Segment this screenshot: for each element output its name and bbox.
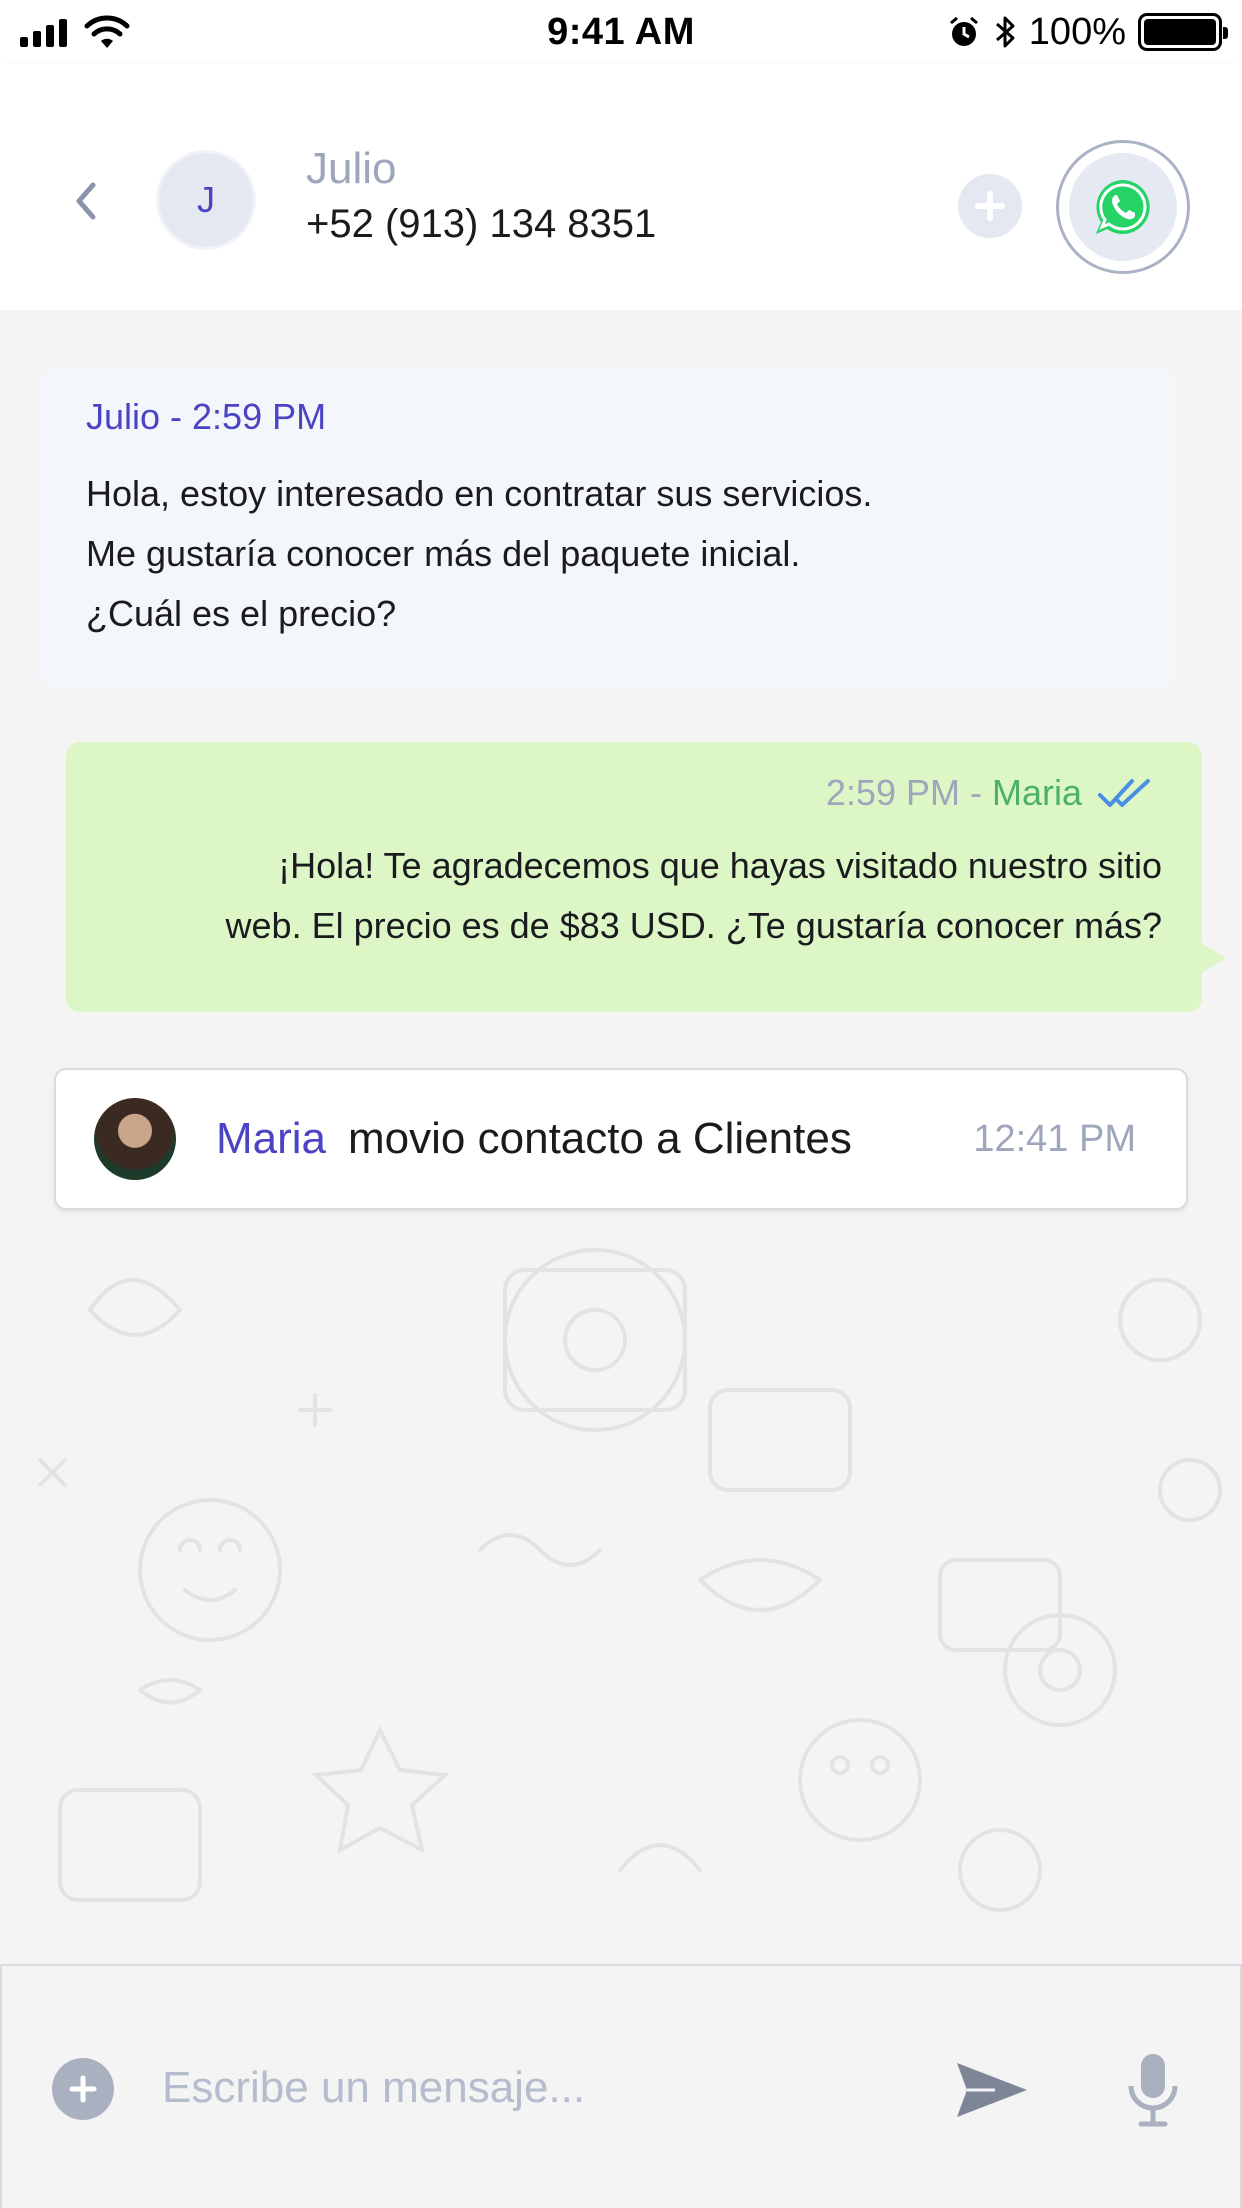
contact-avatar[interactable]: J: [156, 150, 256, 250]
whatsapp-icon: [1096, 180, 1150, 234]
whatsapp-channel-button[interactable]: [1056, 140, 1190, 274]
back-button[interactable]: [64, 179, 108, 223]
status-left: [20, 14, 350, 50]
microphone-icon: [1128, 2054, 1178, 2127]
activity-event: Maria movio contacto a Clientes 12:41 PM: [54, 1068, 1188, 1210]
message-input[interactable]: [162, 2048, 922, 2128]
message-text-line: Me gustaría conocer más del paquete inic…: [86, 533, 801, 574]
composer-bar: [0, 1964, 1242, 2208]
outgoing-message[interactable]: 2:59 PM - Maria ¡Hola! Te agradecemos qu…: [66, 742, 1226, 1012]
attach-button[interactable]: [52, 2058, 114, 2120]
plus-icon: [975, 191, 1005, 221]
status-right: 100%: [892, 10, 1228, 54]
bluetooth-icon: [995, 16, 1015, 48]
signal-icon: [20, 17, 67, 47]
user-avatar: [94, 1098, 176, 1180]
status-bar: 9:41 AM 100%: [0, 0, 1242, 64]
whatsapp-badge: [1069, 153, 1177, 261]
battery-percent: 100%: [1028, 10, 1126, 53]
plus-icon: [69, 2075, 97, 2103]
battery-icon: [1138, 13, 1228, 51]
message-meta: 2:59 PM - Maria: [106, 772, 1152, 814]
battery-fill: [1144, 19, 1216, 45]
message-text-line: web. El precio es de $83 USD. ¿Te gustar…: [225, 905, 1162, 946]
event-user: Maria: [216, 1114, 327, 1163]
status-time: 9:41 AM: [547, 10, 695, 53]
contact-name[interactable]: Julio: [306, 144, 397, 194]
message-text-line: Hola, estoy interesado en contratar sus …: [86, 473, 873, 514]
wifi-icon: [84, 15, 130, 48]
event-time: 12:41 PM: [973, 1117, 1136, 1160]
message-author: Maria: [991, 772, 1082, 813]
contact-phone: +52 (913) 134 8351: [306, 202, 657, 246]
message-text-line: ¡Hola! Te agradecemos que hayas visitado…: [278, 845, 1162, 886]
event-text: movio contacto a Clientes: [348, 1114, 852, 1163]
alarm-icon: [949, 16, 978, 46]
send-icon: [957, 2063, 1027, 2117]
send-button[interactable]: [952, 2050, 1032, 2130]
chat-header: J Julio +52 (913) 134 8351: [0, 64, 1242, 310]
microphone-button[interactable]: [1120, 2048, 1186, 2132]
back-chevron-icon: [76, 182, 96, 220]
incoming-message[interactable]: Julio - 2:59 PM Hola, estoy interesado e…: [40, 366, 1174, 688]
double-check-icon: [1098, 779, 1150, 807]
message-text-line: ¿Cuál es el precio?: [86, 593, 397, 634]
add-button[interactable]: [958, 174, 1022, 238]
chat-area[interactable]: Julio - 2:59 PM Hola, estoy interesado e…: [0, 310, 1242, 1965]
message-time: 2:59 PM -: [825, 772, 992, 813]
message-meta: Julio - 2:59 PM: [86, 396, 327, 437]
